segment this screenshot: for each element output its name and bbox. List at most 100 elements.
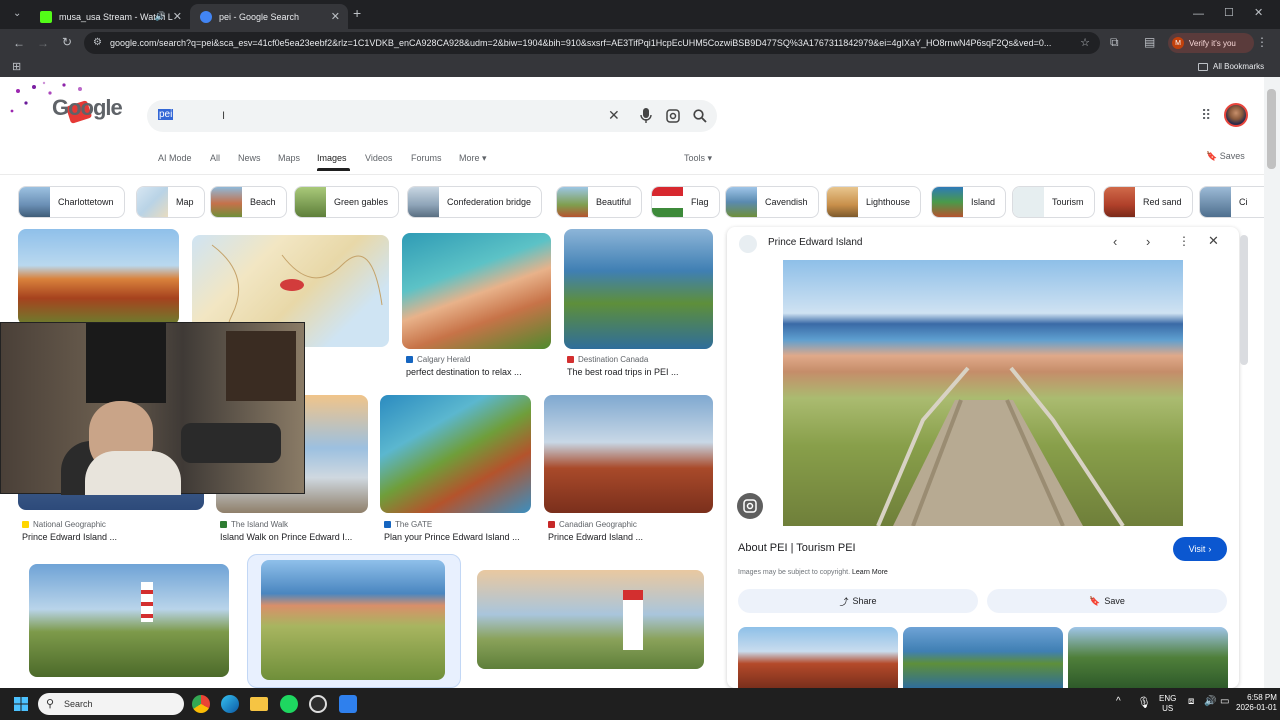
back-icon[interactable]: ← [13,37,25,49]
taskbar-search-box[interactable]: ⚲ Search [38,693,184,715]
search-box[interactable]: pei I ✕ [147,100,717,132]
edge-taskbar-icon[interactable] [221,695,239,713]
related-image-forest[interactable] [1068,627,1228,688]
related-image-aerial[interactable] [903,627,1063,688]
search-input[interactable]: pei [158,109,174,120]
chip-green-gables[interactable]: Green gables [294,186,400,218]
chip-lighthouse[interactable]: Lighthouse [826,186,922,218]
show-hidden-icons[interactable]: ^ [1116,696,1121,707]
result-image-dunes-lighthouse[interactable] [29,564,229,677]
extensions-icon[interactable]: ⧉ [1110,36,1119,48]
language-indicator[interactable]: ENG US [1159,694,1176,714]
panel-title[interactable]: Prince Edward Island [768,237,863,248]
volume-icon[interactable]: 🔊 [1204,696,1216,707]
all-bookmarks-button[interactable]: All Bookmarks [1198,62,1264,71]
save-button[interactable]: 🔖 Save [987,589,1227,613]
result-image-aerial-road[interactable] [564,229,713,349]
chrome-taskbar-icon[interactable] [192,695,210,713]
close-panel-icon[interactable]: ✕ [1208,233,1219,249]
close-tab-icon[interactable]: ✕ [173,10,182,23]
search-icon[interactable] [693,109,707,123]
file-explorer-icon[interactable] [250,697,268,711]
result-image-lighthouse-cliff[interactable] [18,229,179,325]
chip-map[interactable]: Map [136,186,205,218]
tools-button[interactable]: Tools ▾ [684,153,712,164]
share-button[interactable]: ⤴ Share [738,589,978,613]
windows-start-icon[interactable] [14,697,28,711]
reload-icon[interactable]: ↻ [62,36,72,48]
chip-red-sand[interactable]: Red sand [1103,186,1193,218]
lens-button[interactable] [737,493,763,519]
bookmark-star-icon[interactable]: ☆ [1080,36,1090,49]
next-image-icon[interactable]: › [1146,234,1150,249]
related-image-cliffs[interactable] [738,627,898,688]
battery-icon[interactable]: ▭ [1220,696,1229,707]
result-image-aerial-coast[interactable] [380,395,531,513]
result-image-red-beach[interactable] [402,233,551,349]
clear-search-icon[interactable]: ✕ [608,107,620,124]
verify-profile-button[interactable]: M Verify it's you [1168,33,1254,53]
media-icon[interactable]: ▤ [1144,36,1155,48]
tab-more[interactable]: More ▾ [459,153,487,164]
tab-images[interactable]: Images [317,153,347,163]
network-icon[interactable]: ⧈ [1188,696,1194,707]
chip-beach[interactable]: Beach [210,186,287,218]
result-caption[interactable]: Prince Edward Island ... [548,532,643,542]
tab-musa-stream[interactable]: musa_usa Stream - Watch L 🔊 ✕ [30,4,190,29]
chip-city[interactable]: Ci [1199,186,1264,218]
result-caption[interactable]: Plan your Prince Edward Island ... [384,532,520,542]
forward-icon[interactable]: → [37,37,49,49]
spotify-taskbar-icon[interactable] [280,695,298,713]
voice-search-icon[interactable] [640,108,652,124]
address-bar[interactable]: ⚙ google.com/search?q=pei&sca_esv=41cf0e… [84,32,1100,54]
previous-image-icon[interactable]: ‹ [1113,234,1117,249]
chip-cavendish[interactable]: Cavendish [725,186,819,218]
minimize-icon[interactable]: — [1193,8,1204,20]
tab-forums[interactable]: Forums [411,153,442,163]
result-caption[interactable]: Prince Edward Island ... [22,532,117,542]
result-image-boardwalk-selected[interactable] [261,560,445,680]
maximize-icon[interactable]: ☐ [1224,7,1234,19]
google-doodle-logo[interactable]: Google [4,81,124,129]
chip-flag[interactable]: Flag [651,186,720,218]
page-scrollbar[interactable] [1264,77,1280,688]
tab-all[interactable]: All [210,153,220,163]
panel-headline[interactable]: About PEI | Tourism PEI [738,542,856,554]
more-options-icon[interactable]: ⋮ [1178,234,1190,248]
chrome-menu-icon[interactable]: ⋮ [1256,36,1268,48]
result-caption[interactable]: Island Walk on Prince Edward I... [220,532,352,542]
chip-beautiful[interactable]: Beautiful [556,186,643,218]
result-caption[interactable]: The best road trips in PEI ... [567,367,679,377]
result-image-lighthouse-dunes[interactable] [477,570,704,669]
chip-confederation-bridge[interactable]: Confederation bridge [407,186,543,218]
scrollbar-thumb[interactable] [1267,89,1276,169]
clock[interactable]: 6:58 PM 2026-01-01 [1236,693,1277,713]
result-image-cliff-lighthouse[interactable] [544,395,713,513]
preview-image-boardwalk[interactable] [783,260,1183,528]
panel-scrollbar-thumb[interactable] [1240,235,1248,365]
result-caption[interactable]: perfect destination to relax ... [406,367,522,377]
chip-island[interactable]: Island [931,186,1007,218]
tab-google-search[interactable]: pei - Google Search ✕ [190,4,348,29]
microphone-icon[interactable]: 🎙 [1137,696,1151,709]
app-taskbar-icon[interactable] [339,695,357,713]
visit-button[interactable]: Visit › [1173,537,1227,561]
apps-grid-icon[interactable]: ⊞ [12,61,21,73]
chip-tourism[interactable]: Tourism [1012,186,1095,218]
saves-button[interactable]: 🔖 Saves [1206,151,1245,162]
close-tab-icon[interactable]: ✕ [331,10,340,23]
lens-search-icon[interactable] [666,109,680,123]
tab-news[interactable]: News [238,153,261,163]
window-close-icon[interactable]: ✕ [1254,7,1263,19]
obs-taskbar-icon[interactable] [309,695,327,713]
site-info-icon[interactable]: ⚙ [93,37,102,48]
chip-charlottetown[interactable]: Charlottetown [18,186,125,218]
audio-icon[interactable]: 🔊 [155,11,166,22]
tab-maps[interactable]: Maps [278,153,300,163]
tab-search-icon[interactable]: ⌄ [13,8,21,20]
tab-ai-mode[interactable]: AI Mode [158,153,192,163]
tab-videos[interactable]: Videos [365,153,392,163]
account-avatar[interactable] [1224,103,1248,127]
new-tab-button[interactable]: + [353,6,361,20]
google-apps-icon[interactable]: ⠿ [1201,107,1211,124]
